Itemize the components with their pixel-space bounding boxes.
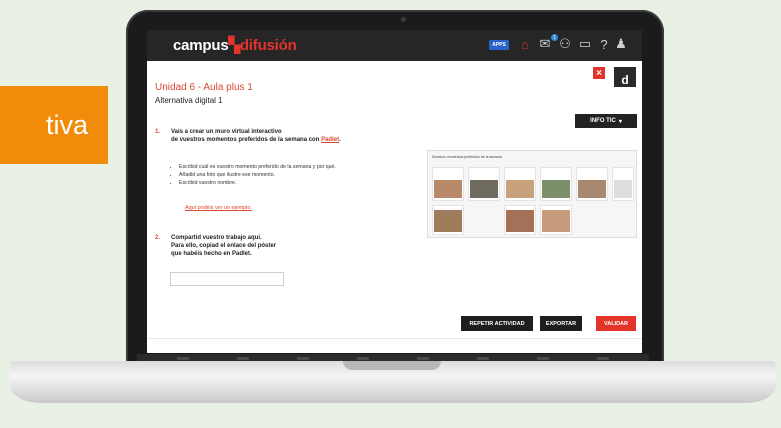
link-input[interactable] [170, 272, 284, 286]
laptop-notch [343, 361, 441, 370]
key [597, 357, 609, 360]
preview-card [468, 167, 500, 201]
preview-card [612, 167, 634, 201]
screen: campus▚difusión APPS ⌂ ✉ 1 ⚇ ▭ ? ♟ Unida… [147, 30, 642, 353]
activity-subtitle: Alternativa digital 1 [155, 96, 223, 105]
list-item: Escribid cuál es vuestro momento preferi… [179, 163, 336, 171]
preview-card [540, 167, 572, 201]
step-1-text: Vais a crear un muro virtual interactivo… [171, 129, 341, 143]
export-button[interactable]: EXPORTAR [540, 316, 582, 331]
top-navigation-bar: campus▚difusión APPS ⌂ ✉ 1 ⚇ ▭ ? ♟ [147, 30, 642, 61]
step-2-number: 2. [155, 235, 161, 241]
key [477, 357, 489, 360]
preview-card [576, 167, 608, 201]
padlet-link[interactable]: Padlet [321, 137, 339, 143]
book-logo: d [614, 67, 636, 87]
preview-card [504, 167, 536, 201]
padlet-preview-image[interactable]: Nuestros momentos preferidos de la seman… [427, 150, 637, 238]
camera-dot [401, 17, 406, 22]
preview-card [432, 167, 464, 201]
preview-card [540, 205, 572, 235]
key [537, 357, 549, 360]
key [297, 357, 309, 360]
step-1-number: 1. [155, 129, 161, 135]
card-icon[interactable]: ▭ [577, 36, 593, 52]
divider [147, 338, 642, 339]
step-2-text: Compartid vuestro trabajo aquí. Para ell… [171, 235, 277, 257]
list-item: Añadid una foto que ilustre ese momento. [179, 171, 336, 179]
brand-logo[interactable]: campus▚difusión [173, 36, 297, 54]
key [417, 357, 429, 360]
apps-button[interactable]: APPS [489, 40, 509, 50]
close-button[interactable]: × [593, 67, 605, 79]
key [177, 357, 189, 360]
repeat-activity-button[interactable]: REPETIR ACTIVIDAD [461, 316, 533, 331]
unit-title: Unidad 6 - Aula plus 1 [155, 82, 253, 93]
instruction-list: Escribid cuál es vuestro momento preferi… [171, 163, 336, 187]
preview-card [504, 205, 536, 235]
home-icon[interactable]: ⌂ [517, 36, 533, 52]
preview-card [432, 205, 464, 235]
help-icon[interactable]: ? [596, 36, 612, 52]
key [237, 357, 249, 360]
validate-button[interactable]: VALIDAR [596, 316, 636, 331]
preview-header: Nuestros momentos preferidos de la seman… [432, 155, 502, 159]
list-item: Escribid vuestro nombre. [179, 179, 336, 187]
user-icon[interactable]: ♟ [613, 36, 629, 52]
chevron-down-icon: ▾ [618, 118, 622, 125]
side-tag: tiva [0, 86, 108, 164]
key [357, 357, 369, 360]
group-icon[interactable]: ⚇ [557, 36, 573, 52]
example-link[interactable]: Aquí podéis ver un ejemplo. [185, 205, 252, 211]
info-tic-dropdown[interactable]: INFO TIC ▾ [575, 114, 637, 128]
